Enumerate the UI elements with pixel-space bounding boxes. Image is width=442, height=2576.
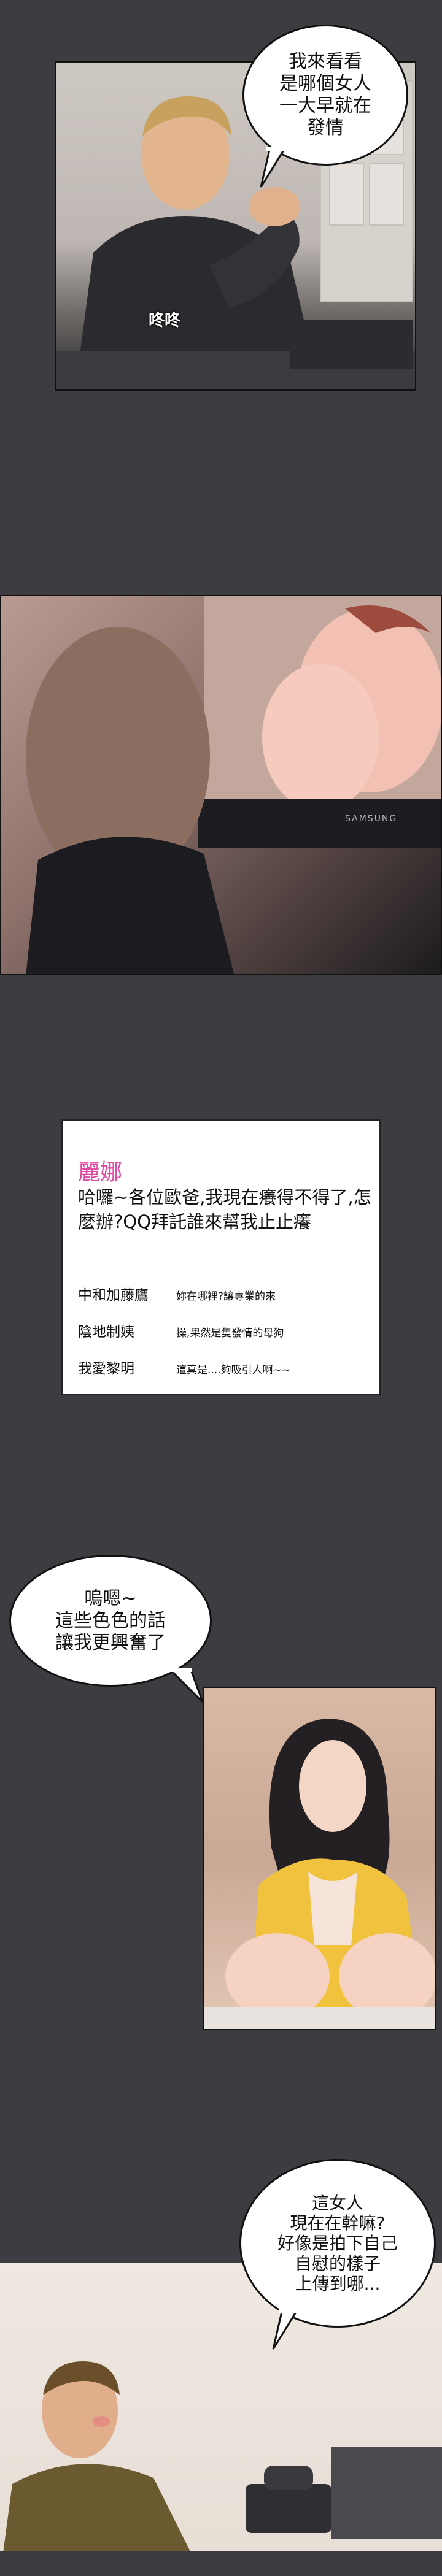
speech-bubble-panel5: 這女人 現在在幹嘛? 好像是拍下自己 自慰的樣子 上傳到哪...: [239, 2159, 436, 2328]
post-text: 哈囉~各位歐爸,我現在癢得不得了,怎麼辦?QQ拜託誰來幫我止止癢: [78, 1187, 371, 1232]
comment-text: 操,果然是隻發情的母狗: [176, 1327, 284, 1340]
monitor-scene-illustration: [26, 596, 441, 974]
comment-text: 妳在哪裡?讓專業的來: [176, 1290, 276, 1303]
comment-row: 中和加藤鷹 妳在哪裡?讓專業的來: [78, 1283, 276, 1304]
comment-text: 這真是....夠吸引人啊~~: [176, 1364, 291, 1376]
woman-scene-illustration: [204, 1719, 435, 2029]
panel-woman: [203, 1687, 436, 2030]
comment-user: 陰地制姨: [78, 1324, 134, 1340]
comment-user: 我愛黎明: [78, 1361, 134, 1377]
speech-bubble-panel1: 我來看看 是哪個女人 一大早就在 發情: [242, 25, 408, 166]
poster-name: 麗娜: [78, 1160, 123, 1185]
comment-row: 我愛黎明 這真是....夠吸引人啊~~: [78, 1357, 290, 1378]
comment-user: 中和加藤鷹: [78, 1287, 149, 1303]
panel-chat-post: 麗娜 哈囉~各位歐爸,我現在癢得不得了,怎麼辦?QQ拜託誰來幫我止止癢 中和加藤…: [61, 1119, 381, 1395]
comment-row: 陰地制姨 操,果然是隻發情的母狗: [78, 1320, 284, 1341]
panel-monitor-closeup: SAMSUNG: [0, 595, 442, 975]
monitor-brand-label: SAMSUNG: [345, 814, 398, 824]
bubble-tail-icon: [272, 2309, 300, 2350]
sfx-knock: 咚咚: [149, 312, 181, 330]
speech-bubble-panel4: 嗚嗯~ 這些色色的話 讓我更興奮了: [9, 1555, 212, 1687]
bubble-tail-icon: [260, 147, 287, 188]
bubble-tail-icon: [167, 1668, 204, 1703]
